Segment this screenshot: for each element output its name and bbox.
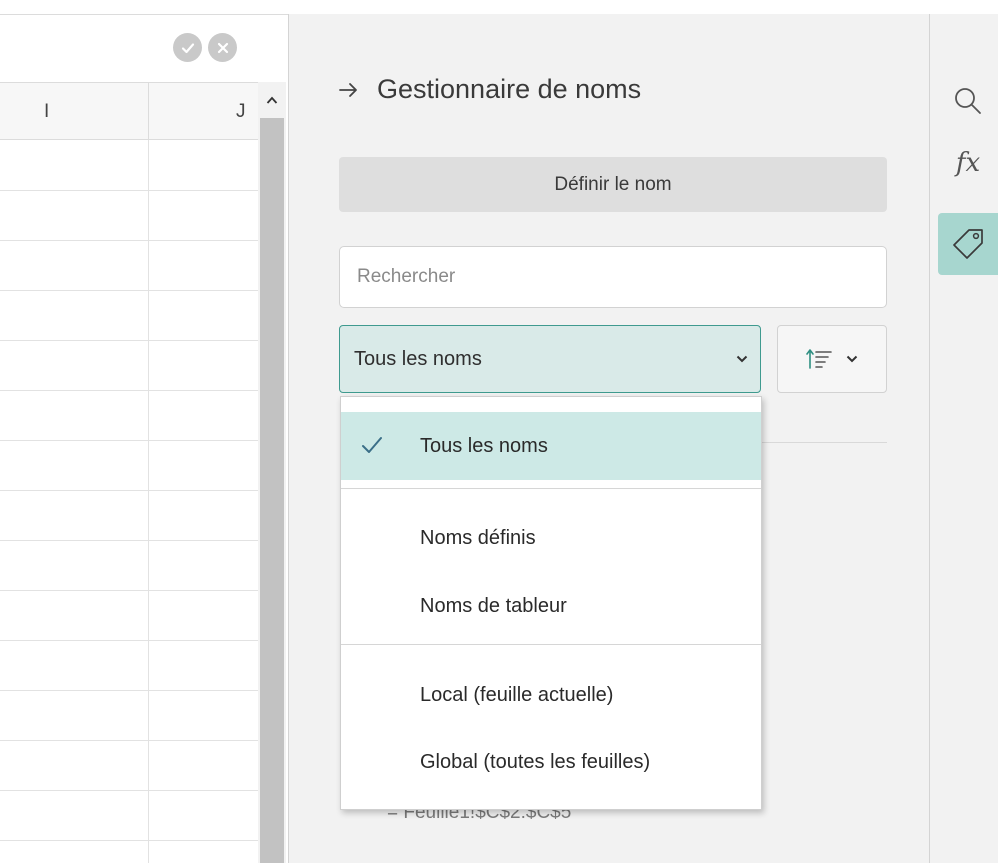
scroll-up-button[interactable] [258,82,286,118]
confirm-icon[interactable] [173,33,202,62]
grid-row-line [0,590,258,591]
column-header-i[interactable]: I [44,101,49,123]
vertical-scrollbar[interactable] [258,82,286,863]
panel-title: Gestionnaire de noms [377,74,642,104]
grid-row-line [0,790,258,791]
grid-row-line [0,340,258,341]
tag-icon [953,229,983,259]
grid-row-line [0,640,258,641]
dropdown-item-label: Noms de tableur [420,594,567,617]
grid-row-line [0,490,258,491]
grid-row-line [0,690,258,691]
define-name-button[interactable]: Définir le nom [339,157,887,212]
checkmark-icon [362,437,382,453]
filter-select[interactable]: Tous les noms [339,325,761,393]
column-header: I J [0,82,258,140]
dropdown-item-label: Noms définis [420,526,536,549]
search-input[interactable] [339,246,887,308]
divider [0,14,288,15]
filter-select-value: Tous les noms [354,347,482,370]
function-button[interactable]: fx [938,132,998,194]
right-toolbar: fx [930,14,998,863]
function-icon: fx [955,148,981,178]
chevron-up-icon [266,96,278,104]
scrollbar-thumb[interactable] [260,118,284,863]
arrow-right-icon[interactable] [339,82,359,98]
divider [761,442,887,443]
filter-dropdown-menu: Tous les noms Noms définis Noms de table… [340,396,762,810]
column-header-j[interactable]: J [236,101,246,123]
panel-header: Gestionnaire de noms [339,74,641,105]
dropdown-item-local[interactable]: Local (feuille actuelle) [341,661,761,729]
search-icon [955,88,981,114]
spreadsheet-area: I J [0,0,288,863]
dropdown-item-label: Local (feuille actuelle) [420,683,614,706]
chevron-down-icon [846,355,858,363]
grid-row-line [0,440,258,441]
cell-grid[interactable] [0,140,258,863]
sort-button[interactable] [777,325,887,393]
grid-row-line [0,390,258,391]
dropdown-item-defined-names[interactable]: Noms définis [341,504,761,572]
grid-row-line [0,540,258,541]
dropdown-item-label: Tous les noms [420,434,548,457]
divider [341,488,761,489]
grid-row-line [0,190,258,191]
grid-row-line [0,290,258,291]
column-divider[interactable] [148,83,149,139]
grid-row-line [0,240,258,241]
search-button[interactable] [938,70,998,132]
sort-ascending-icon [806,349,832,369]
grid-column-line [148,140,149,863]
dropdown-item-label: Global (toutes les feuilles) [420,750,651,773]
dropdown-item-table-names[interactable]: Noms de tableur [341,572,761,640]
name-manager-button[interactable] [938,213,998,275]
grid-row-line [0,840,258,841]
dropdown-item-global[interactable]: Global (toutes les feuilles) [341,728,761,796]
formula-confirm-group [173,33,237,63]
dropdown-item-all-names[interactable]: Tous les noms [341,412,761,480]
chevron-down-icon [736,355,748,363]
divider [341,644,761,645]
cancel-icon[interactable] [208,33,237,62]
grid-row-line [0,740,258,741]
